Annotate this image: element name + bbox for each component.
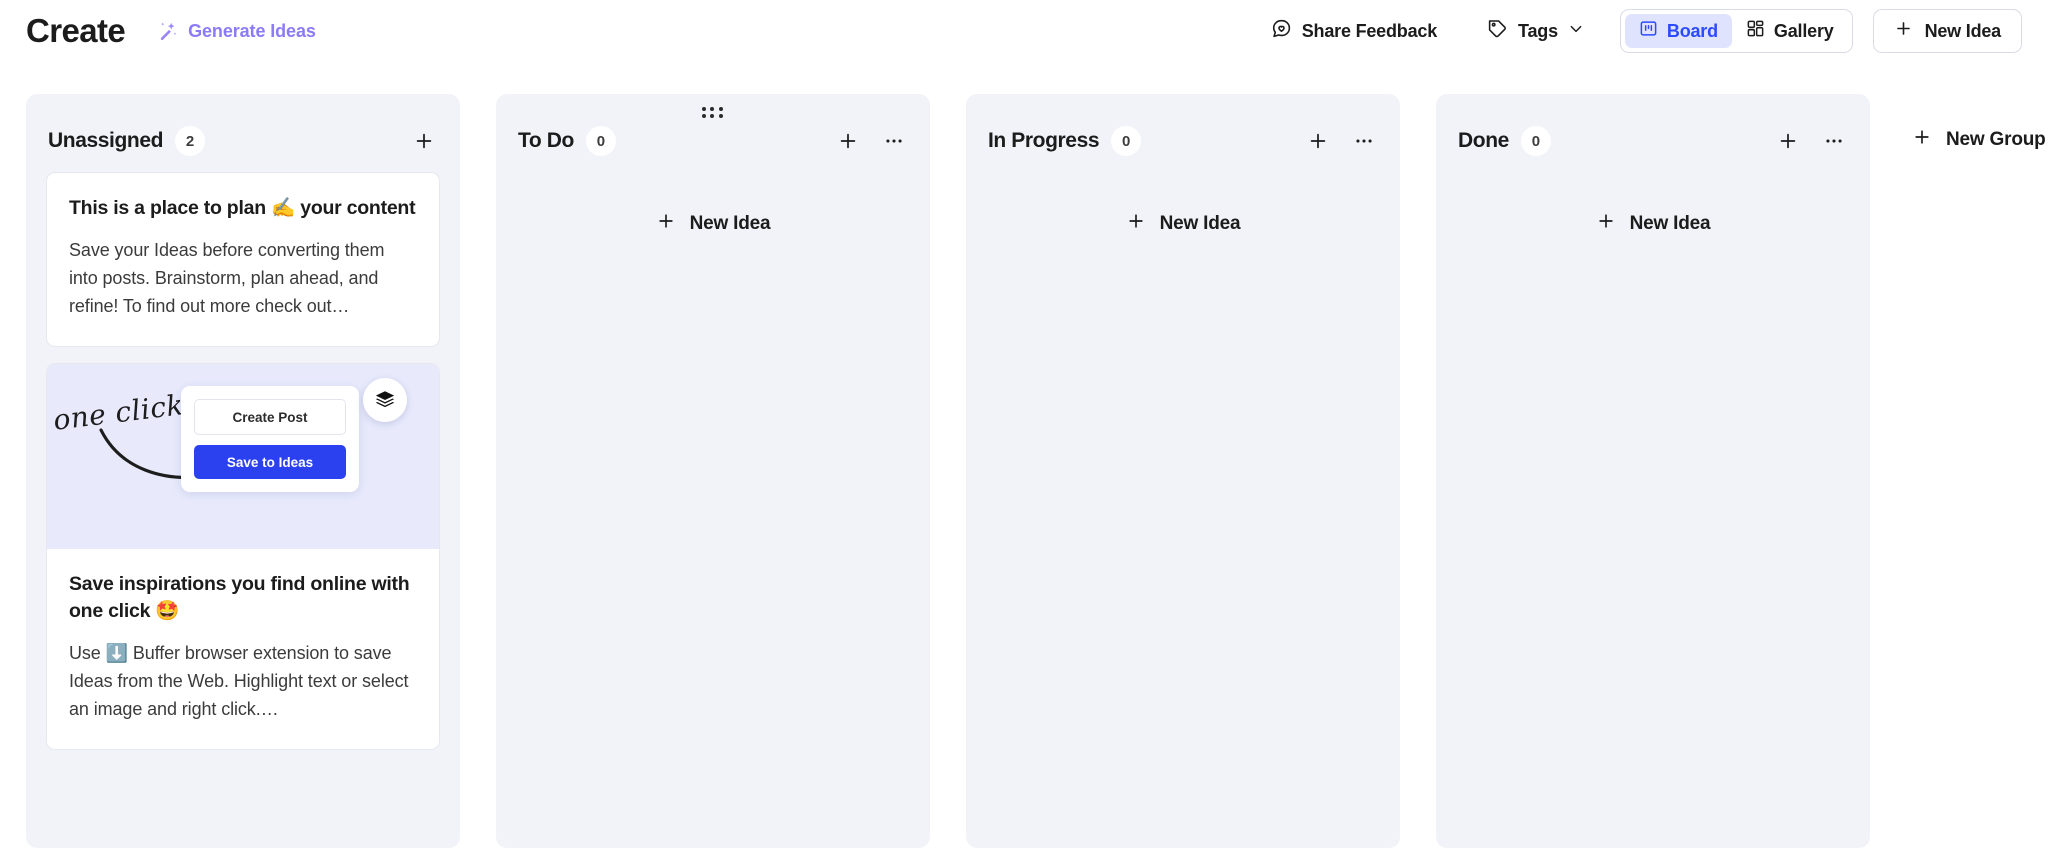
- column-add-idea-button[interactable]: [832, 125, 864, 157]
- plus-icon: [1894, 19, 1913, 43]
- column-empty-new-idea-label: New Idea: [1629, 213, 1711, 234]
- idea-card-body: Save inspirations you find online with o…: [47, 549, 439, 749]
- column-card-list: New Idea: [496, 194, 930, 254]
- column-header: Unassigned 2: [26, 110, 460, 172]
- media-mock-input: Create Post: [194, 399, 346, 436]
- column-header: Done 0: [1436, 110, 1870, 172]
- idea-card[interactable]: This is a place to plan ✍️ your content …: [46, 172, 440, 348]
- column-header: To Do 0: [496, 110, 930, 172]
- column-empty-new-idea-button[interactable]: New Idea: [516, 194, 910, 254]
- column-empty-new-idea-button[interactable]: New Idea: [986, 194, 1380, 254]
- column-empty-new-idea-label: New Idea: [689, 213, 771, 234]
- header-actions: Share Feedback Tags Board Gallery New Id…: [1257, 9, 2022, 53]
- column-actions: [408, 125, 440, 157]
- idea-card[interactable]: one click Create Post Save to Ideas Save…: [46, 363, 440, 751]
- column-more-options-button[interactable]: [1348, 125, 1380, 157]
- media-mock-cta: Save to Ideas: [194, 445, 346, 480]
- plus-icon: [656, 211, 676, 237]
- column-count-badge: 0: [1111, 126, 1142, 156]
- new-idea-button[interactable]: New Idea: [1872, 9, 2022, 53]
- tags-dropdown-button[interactable]: Tags: [1473, 11, 1598, 51]
- column-empty-new-idea-button[interactable]: New Idea: [1456, 194, 1850, 254]
- generate-ideas-label: Generate Ideas: [188, 20, 316, 41]
- idea-card-title: This is a place to plan ✍️ your content: [69, 197, 416, 219]
- layers-icon: [363, 378, 407, 423]
- board-icon: [1639, 19, 1658, 43]
- column-title: Unassigned: [48, 129, 164, 152]
- page-title: Create: [26, 12, 126, 49]
- new-group-button[interactable]: New Group: [1906, 118, 2048, 162]
- chevron-down-icon: [1568, 21, 1584, 42]
- column-card-list: New Idea: [966, 194, 1400, 254]
- generate-ideas-button[interactable]: Generate Ideas: [157, 20, 316, 42]
- board-column-in-progress: In Progress 0 New Idea: [966, 94, 1400, 848]
- magic-wand-icon: [157, 20, 179, 42]
- new-idea-label: New Idea: [1924, 20, 2002, 41]
- view-toggle-board[interactable]: Board: [1624, 14, 1732, 48]
- view-toggle-gallery-label: Gallery: [1773, 20, 1834, 41]
- idea-card-title: Save inspirations you find online with o…: [69, 573, 410, 623]
- plus-icon: [1912, 127, 1932, 153]
- view-toggle-board-label: Board: [1666, 20, 1718, 41]
- tags-label: Tags: [1518, 20, 1558, 41]
- plus-icon: [1126, 211, 1146, 237]
- gallery-grid-icon: [1746, 19, 1765, 43]
- column-empty-new-idea-label: New Idea: [1159, 213, 1241, 234]
- column-add-idea-button[interactable]: [1302, 125, 1334, 157]
- view-toggle-group: Board Gallery: [1619, 9, 1853, 53]
- column-title: In Progress: [988, 129, 1100, 152]
- column-count-badge: 2: [175, 126, 206, 156]
- plus-icon: [1596, 211, 1616, 237]
- column-actions: [1302, 125, 1380, 157]
- column-count-badge: 0: [585, 126, 616, 156]
- board-column-unassigned: Unassigned 2 This is a place to plan ✍️ …: [26, 94, 460, 848]
- column-count-badge: 0: [1520, 126, 1551, 156]
- column-more-options-button[interactable]: [878, 125, 910, 157]
- media-mock-panel: Create Post Save to Ideas: [181, 386, 359, 493]
- chat-heart-icon: [1271, 18, 1292, 44]
- column-add-idea-button[interactable]: [1772, 125, 1804, 157]
- app-header: Create Generate Ideas Share Feedback Tag…: [0, 0, 2048, 62]
- view-toggle-gallery[interactable]: Gallery: [1732, 14, 1848, 48]
- column-drag-handle[interactable]: [702, 107, 724, 118]
- board-column-done: Done 0 New Idea: [1436, 94, 1870, 848]
- column-actions: [1772, 125, 1850, 157]
- column-title: To Do: [518, 129, 574, 152]
- board-column-to-do: To Do 0 New Idea: [496, 94, 930, 848]
- column-more-options-button[interactable]: [1818, 125, 1850, 157]
- tag-icon: [1487, 18, 1508, 44]
- idea-card-body: This is a place to plan ✍️ your content …: [47, 173, 439, 346]
- share-feedback-button[interactable]: Share Feedback: [1257, 11, 1451, 51]
- column-add-idea-button[interactable]: [408, 125, 440, 157]
- idea-card-text: Use ⬇️ Buffer browser extension to save …: [69, 642, 409, 720]
- idea-card-media: one click Create Post Save to Ideas: [47, 364, 439, 550]
- column-actions: [832, 125, 910, 157]
- board-canvas: Unassigned 2 This is a place to plan ✍️ …: [0, 94, 2048, 848]
- new-group-label: New Group: [1946, 129, 2046, 150]
- column-card-list: This is a place to plan ✍️ your content …: [26, 172, 460, 751]
- column-title: Done: [1458, 129, 1509, 152]
- idea-card-text: Save your Ideas before converting them i…: [69, 239, 385, 317]
- column-card-list: New Idea: [1436, 194, 1870, 254]
- column-header: In Progress 0: [966, 110, 1400, 172]
- share-feedback-label: Share Feedback: [1301, 20, 1438, 41]
